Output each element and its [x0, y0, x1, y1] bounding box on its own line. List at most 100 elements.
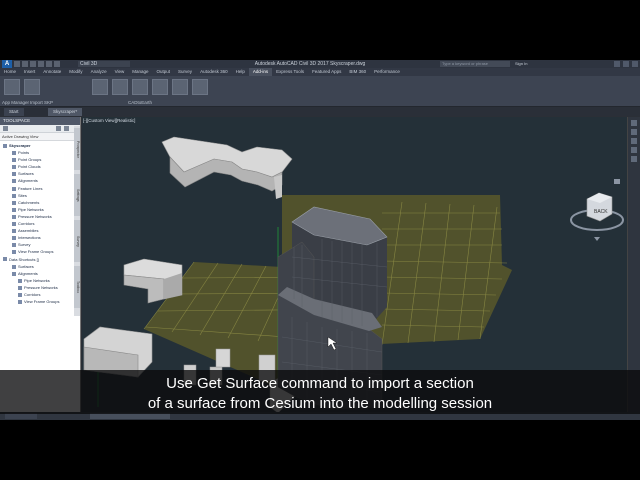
new-icon[interactable] [14, 61, 20, 67]
viewcube[interactable]: BACK [570, 179, 624, 241]
undo-icon[interactable] [46, 61, 52, 67]
properties-icon[interactable] [56, 126, 61, 131]
cadtoearth-button-4[interactable] [152, 79, 168, 95]
import-skp-button[interactable] [24, 79, 40, 95]
active-drawing-view-label[interactable]: Active Drawing View [0, 133, 80, 141]
minimize-icon[interactable] [614, 61, 620, 67]
ribbon-tab-view[interactable]: View [111, 68, 129, 76]
tree-node[interactable]: Corridors [0, 220, 80, 227]
ribbon-tab-analyze[interactable]: Analyze [87, 68, 111, 76]
tree-node[interactable]: Surfaces [0, 263, 80, 270]
tree-node[interactable]: Sites [0, 192, 80, 199]
ribbon-tab-annotate[interactable]: Annotate [39, 68, 65, 76]
toolspace-tab-survey[interactable]: Survey [74, 220, 80, 262]
tree-node-label: Surfaces [18, 263, 34, 269]
ribbon-tab-bim-360[interactable]: BIM 360 [345, 68, 370, 76]
tree-node[interactable]: Pressure Networks [0, 213, 80, 220]
workspace-selector[interactable]: Civil 3D [78, 61, 130, 67]
saveas-icon[interactable] [38, 61, 44, 67]
tree-node-icon [12, 186, 16, 191]
cadtoearth-button-5[interactable] [172, 79, 188, 95]
tree-node-label: View Frame Groups [18, 249, 54, 255]
tree-node[interactable]: Point Groups [0, 156, 80, 163]
file-tabs: Start Skyscraper* [0, 107, 640, 116]
tree-node[interactable]: Alignments [0, 270, 80, 277]
toolspace-toolbar [0, 125, 80, 133]
ribbon-tab-performance[interactable]: Performance [370, 68, 404, 76]
tree-node[interactable]: Assemblies [0, 227, 80, 234]
tree-node[interactable]: Points [0, 149, 80, 156]
ribbon-tab-express-tools[interactable]: Express Tools [272, 68, 308, 76]
ribbon-tabs: Home Insert Annotate Modify Analyze View Manag… [0, 68, 640, 76]
tree-node[interactable]: Feature Lines [0, 185, 80, 192]
nav-orbit-icon[interactable] [631, 138, 637, 144]
maximize-icon[interactable] [623, 61, 629, 67]
tree-node[interactable]: Surfaces [0, 170, 80, 177]
tree-node-icon [12, 151, 16, 156]
app-manager-button[interactable] [4, 79, 20, 95]
tree-node[interactable]: Data Shortcuts [] [0, 256, 80, 263]
app-logo-icon[interactable]: A [2, 60, 12, 68]
file-tab-skyscraper[interactable]: Skyscraper* [48, 108, 83, 116]
tree-node[interactable]: Point Clouds [0, 163, 80, 170]
tree-node-label: Assemblies [18, 228, 39, 234]
tree-node[interactable]: Intersections [0, 234, 80, 241]
nav-zoom-icon[interactable] [631, 129, 637, 135]
tree-node-icon [12, 221, 16, 226]
save-icon[interactable] [30, 61, 36, 67]
viewport-controls-label[interactable]: [-][Custom View][Realistic] [83, 118, 135, 123]
tree-node[interactable]: Pipe Networks [0, 277, 80, 284]
navigation-bar [627, 117, 640, 412]
redo-icon[interactable] [54, 61, 60, 67]
ribbon-tab-insert[interactable]: Insert [20, 68, 39, 76]
building-l-shape [123, 258, 183, 304]
tree-node-icon [12, 243, 16, 248]
ribbon-tab-manage[interactable]: Manage [128, 68, 152, 76]
cadtoearth-button-3[interactable] [132, 79, 148, 95]
ribbon-tab-add-ins[interactable]: Add-ins [248, 68, 273, 76]
ribbon-tab-output[interactable]: Output [153, 68, 175, 76]
tree-node[interactable]: Pressure Networks [0, 284, 80, 291]
ribbon-tab-home[interactable]: Home [0, 68, 20, 76]
sign-in-link[interactable]: Sign In [515, 61, 545, 67]
panel-label-import-skp: Import SKP [30, 100, 54, 105]
nav-wheel-icon[interactable] [631, 156, 637, 162]
cadtoearth-button-2[interactable] [112, 79, 128, 95]
cadtoearth-button-6[interactable] [192, 79, 208, 95]
tree-node[interactable]: Catchments [0, 199, 80, 206]
toolspace-tab-toolbox[interactable]: Toolbox [74, 266, 80, 308]
tree-node[interactable]: Survey [0, 241, 80, 248]
file-tab-start[interactable]: Start [4, 108, 24, 116]
ribbon-tab-modify[interactable]: Modify [65, 68, 86, 76]
tree-node[interactable]: Alignments [0, 177, 80, 184]
ribbon-tab-autodesk-360[interactable]: Autodesk 360 [196, 68, 232, 76]
ribbon-tab-featured-apps[interactable]: Featured Apps [308, 68, 345, 76]
tree-node-label: Data Shortcuts [] [9, 256, 39, 262]
tree-node[interactable]: View Frame Groups [0, 298, 80, 305]
search-input[interactable]: Type a keyword or phrase [440, 61, 510, 67]
tree-node-icon [12, 236, 16, 241]
nav-pan-icon[interactable] [631, 120, 637, 126]
cadtoearth-button-1[interactable] [92, 79, 108, 95]
tree-node-label: Pipe Networks [24, 277, 50, 283]
open-icon[interactable] [22, 61, 28, 67]
toolspace-tab-settings[interactable]: Settings [74, 174, 80, 216]
tree-node[interactable]: Corridors [0, 291, 80, 298]
ribbon-tab-survey[interactable]: Survey [174, 68, 196, 76]
close-icon[interactable] [64, 126, 69, 131]
nav-showmotion-icon[interactable] [631, 147, 637, 153]
tree-node-label: View Frame Groups [24, 299, 60, 305]
tree-node-label: Sites [18, 192, 27, 198]
tree-node[interactable]: Pipe Networks [0, 206, 80, 213]
ribbon-tab-help[interactable]: Help [232, 68, 249, 76]
toolspace-tab-prospector[interactable]: Prospector [74, 128, 80, 170]
tree-node-icon [12, 172, 16, 177]
close-icon[interactable] [632, 61, 638, 67]
viewcube-home-icon[interactable] [614, 179, 620, 184]
drawing-viewport[interactable]: [-][Custom View][Realistic] BACK [82, 117, 628, 412]
view-icon[interactable] [3, 126, 8, 131]
tree-node[interactable]: Skyscraper [0, 142, 80, 149]
tree-node-label: Surfaces [18, 171, 34, 177]
autocad-window: A Civil 3D Autodesk AutoCAD Civil 3D 201… [0, 60, 640, 420]
tree-node[interactable]: View Frame Groups [0, 248, 80, 255]
